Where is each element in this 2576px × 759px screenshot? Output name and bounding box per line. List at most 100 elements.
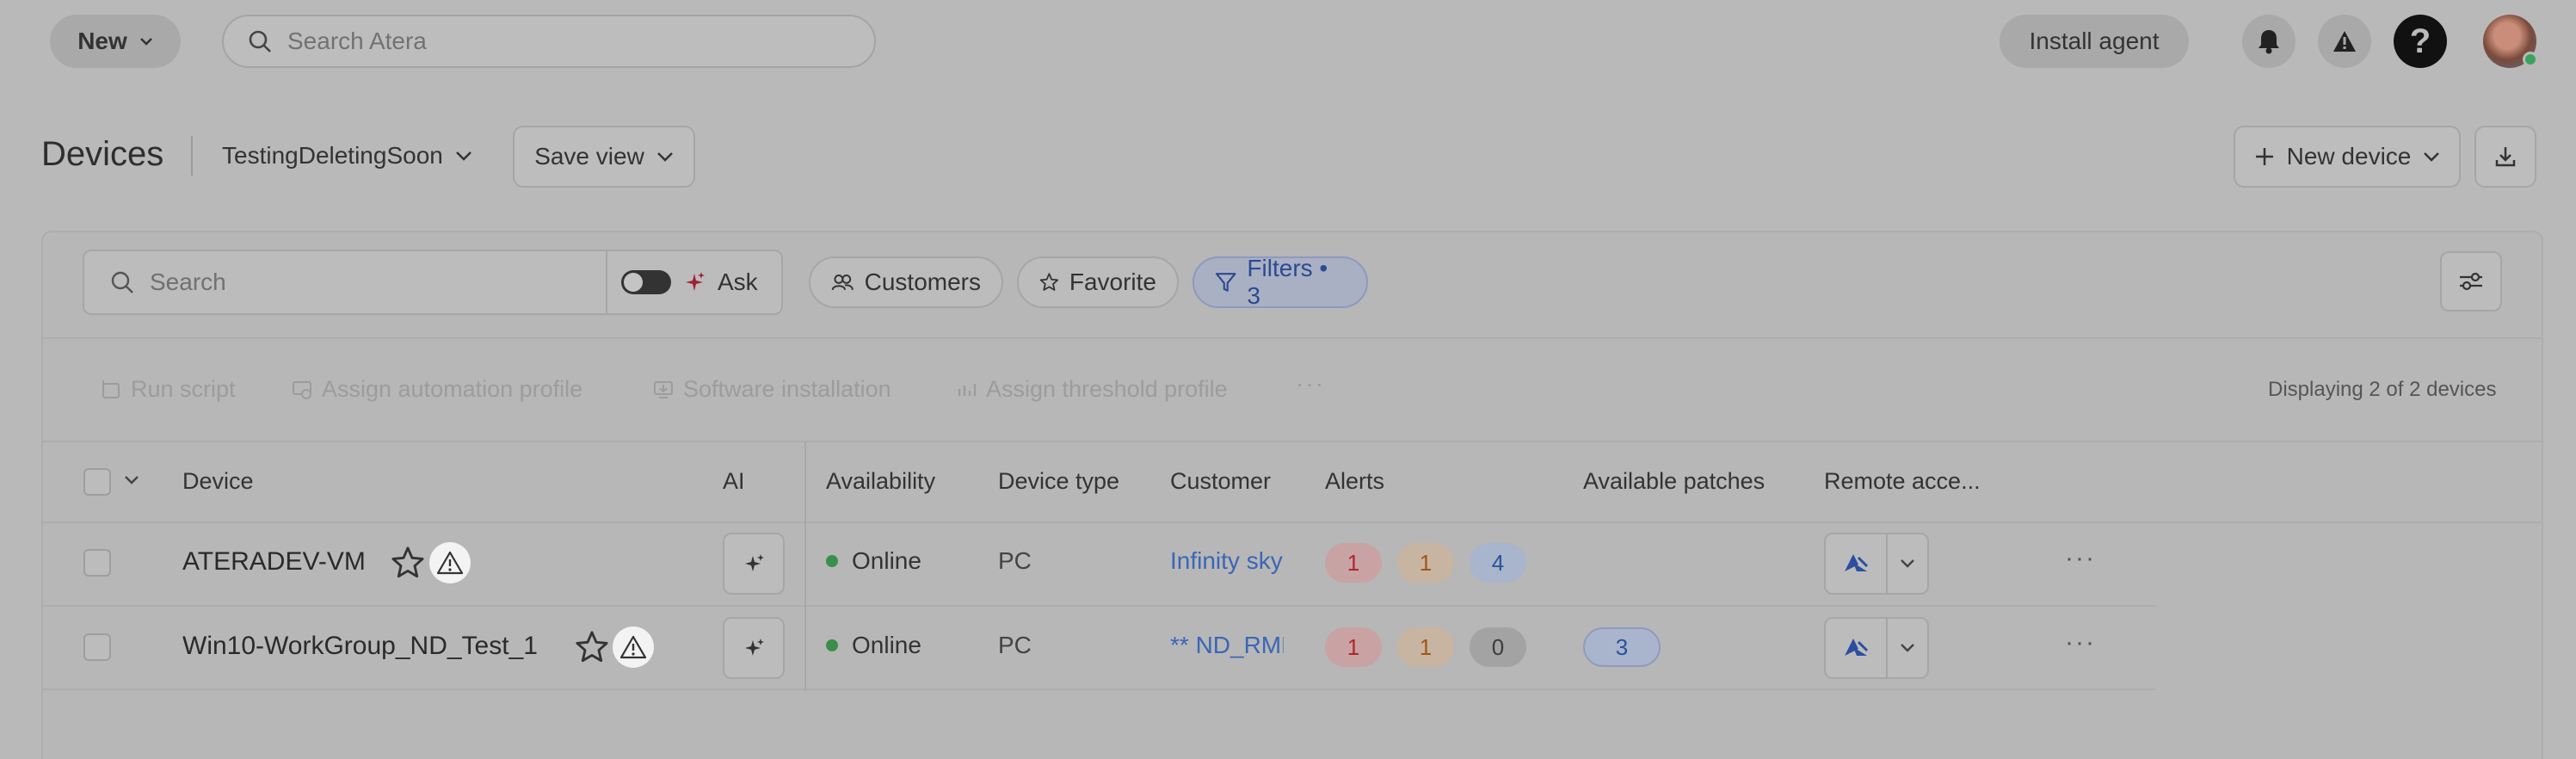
save-view-label: Save view: [534, 143, 644, 170]
remote-access-button[interactable]: [1826, 619, 1888, 677]
row-checkbox[interactable]: [83, 549, 111, 577]
export-button[interactable]: [2474, 126, 2536, 188]
threshold-icon: [958, 383, 977, 396]
download-icon: [2495, 147, 2516, 167]
column-header-device-type[interactable]: Device type: [998, 468, 1119, 495]
new-button[interactable]: New: [50, 15, 181, 68]
column-header-device[interactable]: Device: [182, 468, 254, 495]
search-icon: [249, 30, 271, 52]
save-view-button[interactable]: Save view: [513, 126, 695, 188]
remote-access-icon: [1845, 554, 1869, 571]
alert-info-badge[interactable]: 4: [1470, 543, 1526, 583]
install-agent-button[interactable]: Install agent: [2000, 15, 2189, 68]
select-all-checkbox[interactable]: [83, 468, 111, 496]
page-title: Devices: [41, 135, 164, 173]
remote-access-button[interactable]: [1826, 534, 1888, 593]
column-header-availability[interactable]: Availability: [826, 468, 935, 495]
global-search[interactable]: [222, 15, 876, 68]
row-more-button[interactable]: ···: [2065, 544, 2096, 573]
assign-automation-label: Assign automation profile: [322, 376, 583, 402]
remote-access-options[interactable]: [1888, 534, 1927, 593]
script-icon: [102, 380, 120, 398]
row-more-button[interactable]: ···: [2065, 628, 2096, 657]
device-warning-badge[interactable]: [429, 542, 471, 583]
column-header-alerts[interactable]: Alerts: [1325, 468, 1384, 495]
run-script-action[interactable]: Run script: [100, 376, 236, 403]
plus-icon: [2255, 148, 2273, 165]
remote-access-control[interactable]: [1824, 617, 1929, 679]
column-header-customer[interactable]: Customer: [1170, 468, 1271, 495]
notifications-button[interactable]: [2242, 15, 2296, 68]
customers-label: Customers: [864, 268, 981, 295]
available-patches-badge[interactable]: 3: [1583, 627, 1661, 667]
install-agent-label: Install agent: [2029, 28, 2160, 54]
filters-chip[interactable]: Filters • 3: [1192, 255, 1368, 309]
column-header-patches[interactable]: Available patches: [1583, 468, 1765, 495]
device-search-input[interactable]: [150, 268, 597, 296]
global-search-input[interactable]: [287, 28, 838, 55]
help-button[interactable]: ?: [2394, 15, 2447, 68]
ai-assist-button[interactable]: [723, 617, 785, 679]
alert-critical-badge[interactable]: 1: [1325, 543, 1382, 583]
customer-link[interactable]: ** ND_RMM: [1170, 632, 1284, 659]
assign-threshold-action[interactable]: Assign threshold profile: [955, 376, 1228, 403]
sparkle-icon: [745, 554, 764, 571]
assign-threshold-label: Assign threshold profile: [986, 376, 1228, 402]
sliders-icon: [2460, 272, 2482, 291]
alert-warning-badge[interactable]: 1: [1397, 627, 1454, 667]
software-installation-action[interactable]: Software installation: [652, 376, 891, 403]
alert-info-badge[interactable]: 0: [1470, 627, 1526, 667]
chevron-down-icon[interactable]: [124, 475, 139, 485]
warning-icon: [2333, 31, 2356, 52]
alerts-button[interactable]: [2318, 15, 2371, 68]
device-warning-badge[interactable]: [613, 626, 654, 668]
star-icon[interactable]: [391, 546, 425, 580]
search-icon: [111, 271, 133, 293]
column-header-ai[interactable]: AI: [723, 468, 745, 495]
alert-warning-badge[interactable]: 1: [1397, 543, 1454, 583]
column-settings-button[interactable]: [2440, 251, 2502, 312]
device-name-link[interactable]: Win10-WorkGroup_ND_Test_1: [182, 632, 538, 661]
favorite-filter-chip[interactable]: Favorite: [1017, 256, 1179, 308]
favorite-label: Favorite: [1069, 268, 1156, 295]
chevron-down-icon: [139, 38, 152, 46]
ask-toggle[interactable]: [621, 270, 671, 294]
ask-label: Ask: [718, 268, 758, 295]
ai-assist-button[interactable]: [723, 533, 785, 595]
customers-filter-chip[interactable]: Customers: [809, 256, 1003, 308]
device-search[interactable]: [83, 250, 609, 315]
run-script-label: Run script: [131, 376, 236, 402]
availability-text: Online: [852, 547, 921, 574]
view-selector[interactable]: TestingDeletingSoon: [222, 142, 472, 170]
device-type: PC: [998, 632, 1032, 658]
column-header-remote-access[interactable]: Remote acce...: [1824, 468, 1981, 495]
title-divider: [191, 136, 193, 176]
row-checkbox[interactable]: [83, 633, 111, 661]
table-divider: [43, 605, 2156, 607]
chevron-down-icon: [2424, 152, 2440, 162]
remote-access-icon: [1845, 639, 1869, 656]
remote-access-options[interactable]: [1888, 619, 1927, 677]
ask-ai-toggle-group[interactable]: Ask: [606, 250, 783, 315]
chevron-down-icon: [1901, 644, 1914, 652]
alert-critical-badge[interactable]: 1: [1325, 627, 1382, 667]
filters-label: Filters • 3: [1247, 255, 1328, 309]
star-icon: [1039, 273, 1059, 291]
device-name-link[interactable]: ATERADEV-VM: [182, 547, 366, 577]
availability-status: Online: [826, 547, 921, 575]
availability-status: Online: [826, 632, 921, 659]
sparkle-icon: [745, 639, 764, 656]
sparkle-icon: [686, 272, 705, 291]
remote-access-control[interactable]: [1824, 533, 1929, 595]
install-icon: [654, 380, 673, 398]
chevron-down-icon: [1901, 559, 1914, 568]
star-icon[interactable]: [575, 630, 609, 664]
bell-icon: [2259, 30, 2279, 54]
users-icon: [831, 275, 854, 291]
new-device-button[interactable]: New device: [2234, 126, 2461, 188]
more-actions-button[interactable]: ···: [1296, 370, 1325, 398]
availability-text: Online: [852, 632, 921, 658]
assign-automation-action[interactable]: Assign automation profile: [291, 376, 582, 403]
customer-link[interactable]: Infinity sky: [1170, 547, 1284, 575]
view-name: TestingDeletingSoon: [222, 142, 443, 169]
